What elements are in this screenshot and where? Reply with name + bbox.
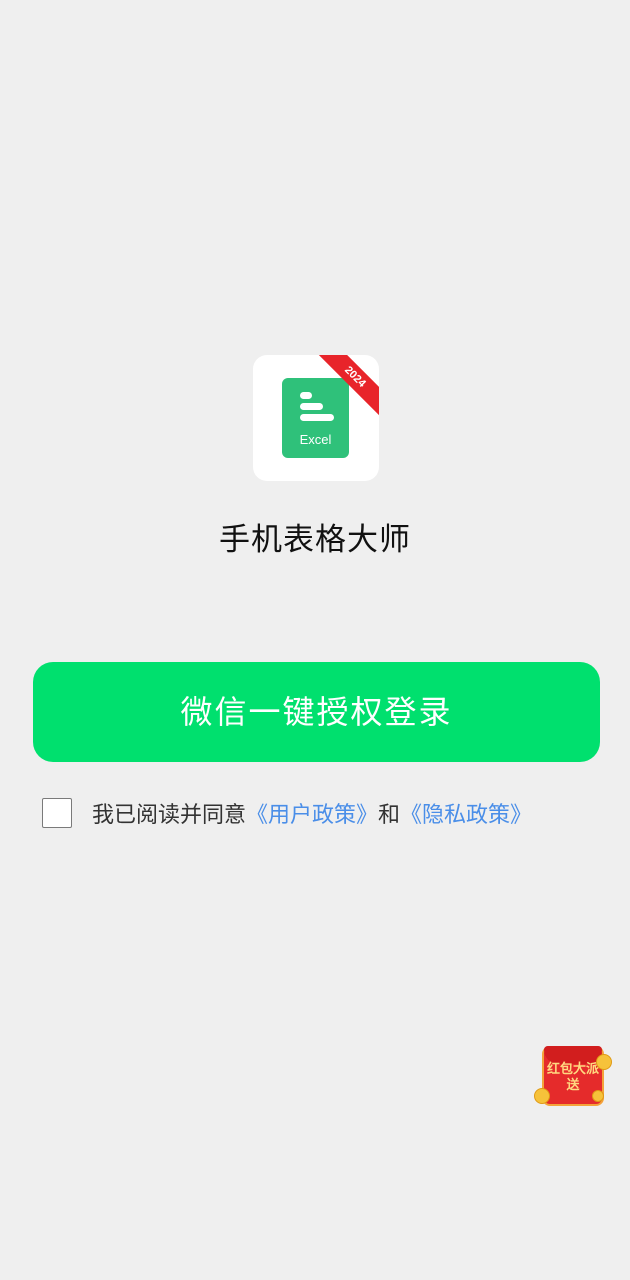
coin-icon [596,1054,612,1070]
app-logo: Excel 2024 [253,355,379,481]
red-packet-label: 红包大派送 [546,1062,599,1093]
agreement-row: 我已阅读并同意《用户政策》和《隐私政策》 [42,798,622,832]
coin-icon [592,1090,604,1102]
doc-bar [300,403,323,410]
agreement-checkbox[interactable] [42,798,72,828]
doc-label: Excel [299,432,332,447]
doc-bar [300,414,334,421]
wechat-login-button[interactable]: 微信一键授权登录 [33,662,600,762]
app-title: 手机表格大师 [219,522,411,558]
coin-icon [534,1088,550,1104]
doc-bar [300,392,312,399]
agreement-conjunction: 和 [378,803,401,828]
privacy-policy-link[interactable]: 《隐私政策》 [400,803,532,828]
agreement-prefix: 我已阅读并同意 [92,803,247,828]
user-policy-link[interactable]: 《用户政策》 [246,803,378,828]
agreement-text: 我已阅读并同意《用户政策》和《隐私政策》 [92,798,532,834]
spreadsheet-document-icon: Excel [282,378,349,458]
red-packet-button[interactable]: 红包大派送 [534,1040,614,1112]
